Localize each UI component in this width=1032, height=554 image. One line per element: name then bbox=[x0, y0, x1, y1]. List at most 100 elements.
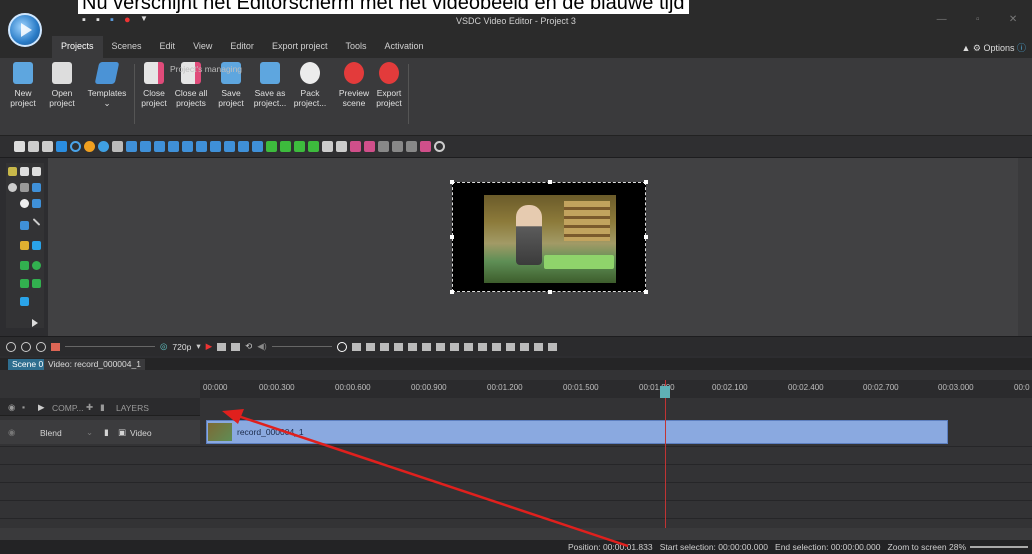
zoom-out-icon[interactable] bbox=[21, 341, 31, 352]
paste-icon[interactable] bbox=[42, 141, 53, 152]
crop-icon[interactable] bbox=[70, 141, 81, 152]
zoom-slider[interactable] bbox=[65, 346, 155, 347]
lock-icon[interactable]: ▪ bbox=[22, 402, 25, 412]
eye-icon[interactable]: ◉ bbox=[8, 402, 15, 413]
layer-down-icon[interactable] bbox=[547, 342, 557, 351]
split-icon[interactable] bbox=[449, 342, 459, 351]
resize-handle[interactable] bbox=[548, 180, 552, 184]
maximize-icon[interactable]: ▫ bbox=[976, 14, 980, 28]
move-bottom-icon[interactable] bbox=[308, 141, 319, 152]
ellipse-tool-icon[interactable] bbox=[32, 261, 41, 270]
resize-handle[interactable] bbox=[450, 290, 454, 294]
trim-icon[interactable] bbox=[463, 342, 473, 351]
volume-icon[interactable]: ◀) bbox=[257, 341, 266, 352]
tab-activation[interactable]: Activation bbox=[375, 36, 432, 58]
tab-scene[interactable]: Scene 0 bbox=[8, 359, 48, 370]
go-end-icon[interactable] bbox=[435, 342, 445, 351]
fit-icon[interactable] bbox=[51, 342, 60, 351]
track-lock-icon[interactable]: ▮ bbox=[104, 427, 109, 438]
properties-icon[interactable] bbox=[420, 141, 431, 152]
distribute-h-icon[interactable] bbox=[210, 141, 221, 152]
open-project-button[interactable]: Open project bbox=[44, 62, 80, 108]
play-icon[interactable]: ▶ bbox=[206, 341, 213, 352]
resize-handle[interactable] bbox=[644, 290, 648, 294]
video-track-header[interactable]: ◉ Blend ⌄ ▮ ▣ Video bbox=[0, 420, 200, 444]
composition-label[interactable]: COMP... bbox=[52, 403, 84, 413]
new-project-button[interactable]: New project bbox=[4, 62, 42, 108]
layer-up-icon[interactable] bbox=[533, 342, 543, 351]
tab-video-object[interactable]: Video: record_000004_1 bbox=[44, 359, 145, 370]
picture-tool-icon[interactable] bbox=[20, 261, 29, 270]
step-forward-icon[interactable] bbox=[407, 342, 417, 351]
transition-icon[interactable] bbox=[336, 141, 347, 152]
snap-icon[interactable] bbox=[392, 141, 403, 152]
canvas-vertical-scrollbar[interactable] bbox=[1018, 158, 1032, 336]
resize-handle[interactable] bbox=[450, 180, 454, 184]
undo-icon[interactable] bbox=[84, 141, 95, 152]
tab-edit[interactable]: Edit bbox=[151, 36, 185, 58]
set-end-icon[interactable] bbox=[505, 342, 515, 351]
frame-step-icon[interactable] bbox=[217, 342, 227, 351]
preview-scene-button[interactable]: Preview scene bbox=[336, 62, 372, 108]
video-clip[interactable]: record_000004_1 bbox=[206, 420, 948, 444]
loop-icon[interactable] bbox=[231, 342, 241, 351]
save-as-project-button[interactable]: Save as project... bbox=[250, 62, 290, 108]
info-icon[interactable]: ⓘ bbox=[1017, 43, 1026, 53]
step-back-icon[interactable] bbox=[379, 342, 389, 351]
settings-icon[interactable] bbox=[434, 141, 445, 152]
sprite-tool-icon[interactable] bbox=[20, 199, 29, 208]
tab-scenes[interactable]: Scenes bbox=[103, 36, 151, 58]
pointer-tool-icon[interactable] bbox=[32, 167, 41, 176]
resolution-icon[interactable]: ◎ bbox=[160, 341, 167, 352]
cut-icon[interactable] bbox=[14, 141, 25, 152]
align-bottom-icon[interactable] bbox=[196, 141, 207, 152]
ungroup-icon[interactable] bbox=[364, 141, 375, 152]
forward-icon[interactable] bbox=[421, 342, 431, 351]
zoom-100-icon[interactable] bbox=[36, 341, 46, 352]
timer-icon[interactable] bbox=[336, 341, 347, 352]
redo-icon[interactable] bbox=[98, 141, 109, 152]
free-shape-tool-icon[interactable] bbox=[32, 279, 41, 288]
align-middle-icon[interactable] bbox=[182, 141, 193, 152]
select-all-icon[interactable] bbox=[112, 141, 123, 152]
set-start-icon[interactable] bbox=[491, 342, 501, 351]
resize-handle[interactable] bbox=[644, 180, 648, 184]
resize-handle[interactable] bbox=[450, 235, 454, 239]
marker-icon[interactable] bbox=[393, 342, 403, 351]
copy-icon[interactable] bbox=[28, 141, 39, 152]
tab-tools[interactable]: Tools bbox=[336, 36, 375, 58]
line-tool-icon[interactable] bbox=[32, 218, 41, 226]
tab-view[interactable]: View bbox=[184, 36, 221, 58]
move-top-icon[interactable] bbox=[294, 141, 305, 152]
rewind-icon[interactable] bbox=[365, 342, 375, 351]
blend-mode-label[interactable]: Blend bbox=[40, 428, 62, 438]
audio-tool-icon[interactable] bbox=[20, 279, 29, 288]
add-layer-icon[interactable]: ✚ bbox=[86, 402, 93, 413]
same-width-icon[interactable] bbox=[238, 141, 249, 152]
chart-tool-icon[interactable] bbox=[20, 221, 29, 230]
preview-tool-icon[interactable] bbox=[20, 297, 29, 306]
effects-icon[interactable] bbox=[322, 141, 333, 152]
same-height-icon[interactable] bbox=[252, 141, 263, 152]
distribute-v-icon[interactable] bbox=[224, 141, 235, 152]
resolution-label[interactable]: 720p bbox=[172, 342, 191, 352]
expand-tools-icon[interactable] bbox=[32, 319, 38, 327]
image-tool-icon[interactable] bbox=[32, 199, 41, 208]
animation-tool-icon[interactable] bbox=[20, 241, 29, 250]
track-visibility-icon[interactable]: ◉ bbox=[8, 427, 15, 438]
align-top-icon[interactable] bbox=[168, 141, 179, 152]
move-up-icon[interactable] bbox=[266, 141, 277, 152]
go-start-icon[interactable] bbox=[351, 342, 361, 351]
blend-dropdown-icon[interactable]: ⌄ bbox=[86, 427, 93, 438]
app-logo-icon[interactable] bbox=[8, 13, 42, 47]
text-tool-icon[interactable] bbox=[20, 167, 29, 176]
repeat-icon[interactable]: ⟲ bbox=[245, 341, 252, 352]
align-right-icon[interactable] bbox=[154, 141, 165, 152]
resize-handle[interactable] bbox=[548, 290, 552, 294]
align-left-icon[interactable] bbox=[126, 141, 137, 152]
composition-icon[interactable]: ▶ bbox=[38, 402, 45, 413]
minimize-icon[interactable]: — bbox=[937, 14, 947, 28]
tab-projects[interactable]: Projects bbox=[52, 36, 103, 58]
zoom-in-icon[interactable] bbox=[6, 341, 16, 352]
timeline-horizontal-scrollbar[interactable] bbox=[0, 528, 1032, 540]
